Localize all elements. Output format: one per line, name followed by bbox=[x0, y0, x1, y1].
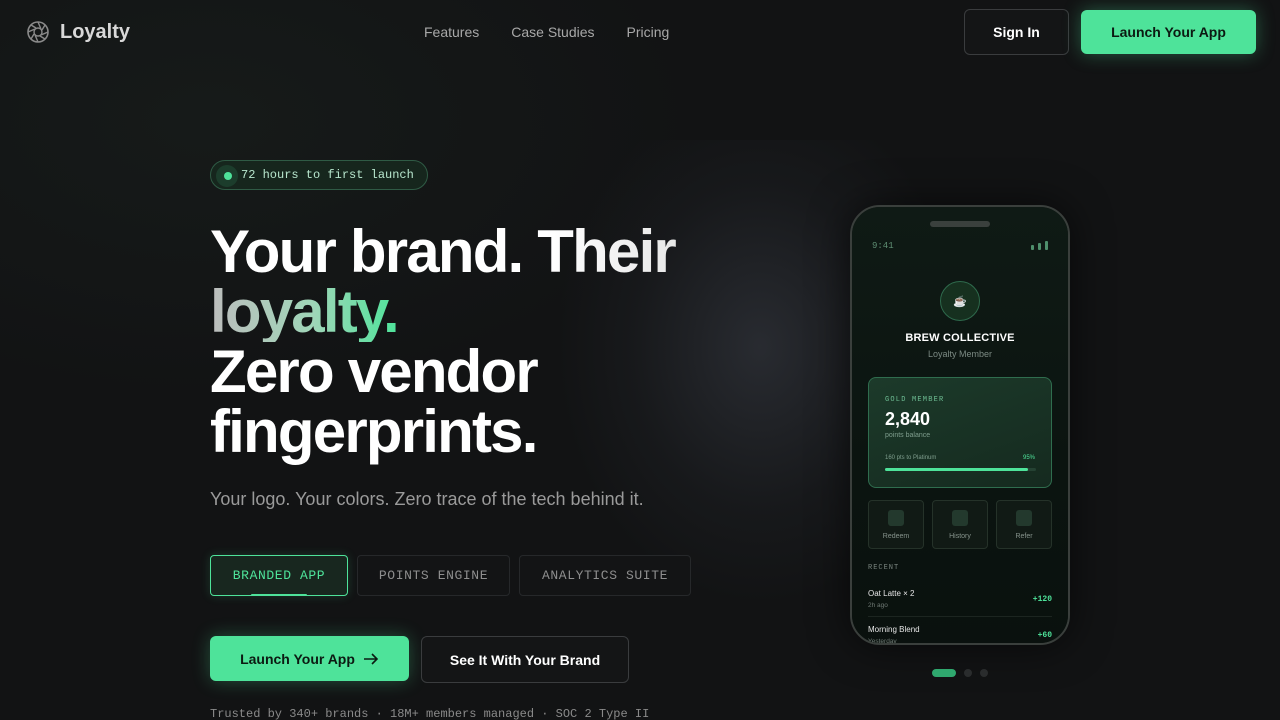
history-label: History bbox=[949, 532, 971, 540]
tier-label: GOLD MEMBER bbox=[885, 396, 945, 404]
launch-app-nav-button[interactable]: Launch Your App bbox=[1081, 10, 1256, 54]
progress-percent: 95% bbox=[1022, 455, 1035, 461]
redeem-action[interactable]: Redeem bbox=[868, 500, 924, 549]
launch-badge: 72 hours to first launch bbox=[210, 160, 428, 190]
points-label: points balance bbox=[885, 432, 931, 439]
carousel-dot[interactable] bbox=[932, 669, 956, 677]
phone-notch bbox=[930, 221, 990, 227]
sign-in-button[interactable]: Sign In bbox=[964, 9, 1069, 55]
signal-icon bbox=[1031, 241, 1048, 250]
points-card: GOLD MEMBER 2,840 points balance 160 pts… bbox=[868, 377, 1052, 488]
headline-line-3: Zero vendor bbox=[210, 338, 539, 405]
redeem-icon bbox=[888, 509, 904, 526]
phone-time: 9:41 bbox=[872, 241, 894, 251]
tab-analytics-suite[interactable]: ANALYTICS SUITE bbox=[519, 555, 691, 596]
refer-action[interactable]: Refer bbox=[996, 500, 1052, 549]
launch-app-button[interactable]: Launch Your App bbox=[210, 636, 409, 681]
phone-brand-name: BREW COLLECTIVE bbox=[905, 332, 1015, 344]
transaction-time: Yesterday bbox=[868, 638, 897, 645]
transaction-name: Oat Latte × 2 bbox=[868, 589, 915, 598]
transaction-points: +60 bbox=[1037, 631, 1052, 640]
headline-line-1: Your brand. Their bbox=[210, 222, 770, 282]
arrow-right-icon bbox=[363, 652, 379, 665]
headline-line-4: fingerprints. bbox=[210, 398, 538, 465]
trust-line: Trusted by 340+ brands · 18M+ members ma… bbox=[210, 707, 650, 720]
launch-app-label: Launch Your App bbox=[240, 650, 355, 667]
phone-actions: Redeem History Refer bbox=[868, 500, 1052, 549]
refer-label: Refer bbox=[1015, 532, 1033, 540]
nav-links: Features Case Studies Pricing bbox=[424, 24, 669, 40]
hero-headline: Your brand. Their loyalty. Zero vendor f… bbox=[210, 222, 770, 462]
progress-text: 160 pts to Platinum bbox=[885, 455, 937, 461]
history-action[interactable]: History bbox=[932, 500, 988, 549]
tab-points-engine[interactable]: POINTS ENGINE bbox=[357, 555, 510, 596]
badge-text: 72 hours to first launch bbox=[241, 168, 414, 182]
logo[interactable]: Loyalty bbox=[26, 20, 130, 44]
progress-bar-fill bbox=[885, 468, 1029, 471]
carousel-dots bbox=[932, 669, 988, 677]
coffee-cup-icon: ☕ bbox=[940, 281, 980, 321]
progress-bar bbox=[885, 468, 1036, 471]
carousel-dot[interactable] bbox=[980, 669, 988, 677]
carousel-dot[interactable] bbox=[964, 669, 972, 677]
transaction-name: Morning Blend bbox=[868, 625, 920, 634]
product-tabs: BRANDED APP POINTS ENGINE ANALYTICS SUIT… bbox=[210, 555, 691, 596]
list-item[interactable]: Morning Blend Yesterday +60 bbox=[868, 616, 1052, 645]
history-icon bbox=[952, 509, 968, 526]
top-nav: Loyalty Features Case Studies Pricing Si… bbox=[0, 0, 1280, 64]
transaction-time: 2h ago bbox=[868, 602, 888, 609]
recent-label: RECENT bbox=[868, 564, 900, 572]
headline-line-2: loyalty. bbox=[210, 278, 400, 345]
phone-mockup: 9:41 ☕ BREW COLLECTIVE Loyalty Member GO… bbox=[850, 205, 1070, 645]
points-value: 2,840 bbox=[885, 409, 931, 429]
phone-member-label: Loyalty Member bbox=[927, 349, 993, 359]
logo-text: Loyalty bbox=[60, 20, 131, 43]
redeem-label: Redeem bbox=[882, 532, 910, 540]
hero-subtitle: Your logo. Your colors. Zero trace of th… bbox=[210, 489, 644, 509]
transaction-points: +120 bbox=[1032, 595, 1052, 604]
nav-link-case-studies[interactable]: Case Studies bbox=[511, 24, 594, 40]
phone-screen: 9:41 ☕ BREW COLLECTIVE Loyalty Member GO… bbox=[852, 207, 1068, 643]
refer-icon bbox=[1016, 509, 1032, 526]
see-with-brand-button[interactable]: See It With Your Brand bbox=[421, 636, 629, 683]
tab-branded-app[interactable]: BRANDED APP bbox=[210, 555, 348, 596]
aperture-logo-icon bbox=[27, 21, 49, 43]
status-dot-icon bbox=[224, 172, 232, 180]
nav-link-features[interactable]: Features bbox=[424, 24, 479, 40]
nav-link-pricing[interactable]: Pricing bbox=[627, 24, 670, 40]
